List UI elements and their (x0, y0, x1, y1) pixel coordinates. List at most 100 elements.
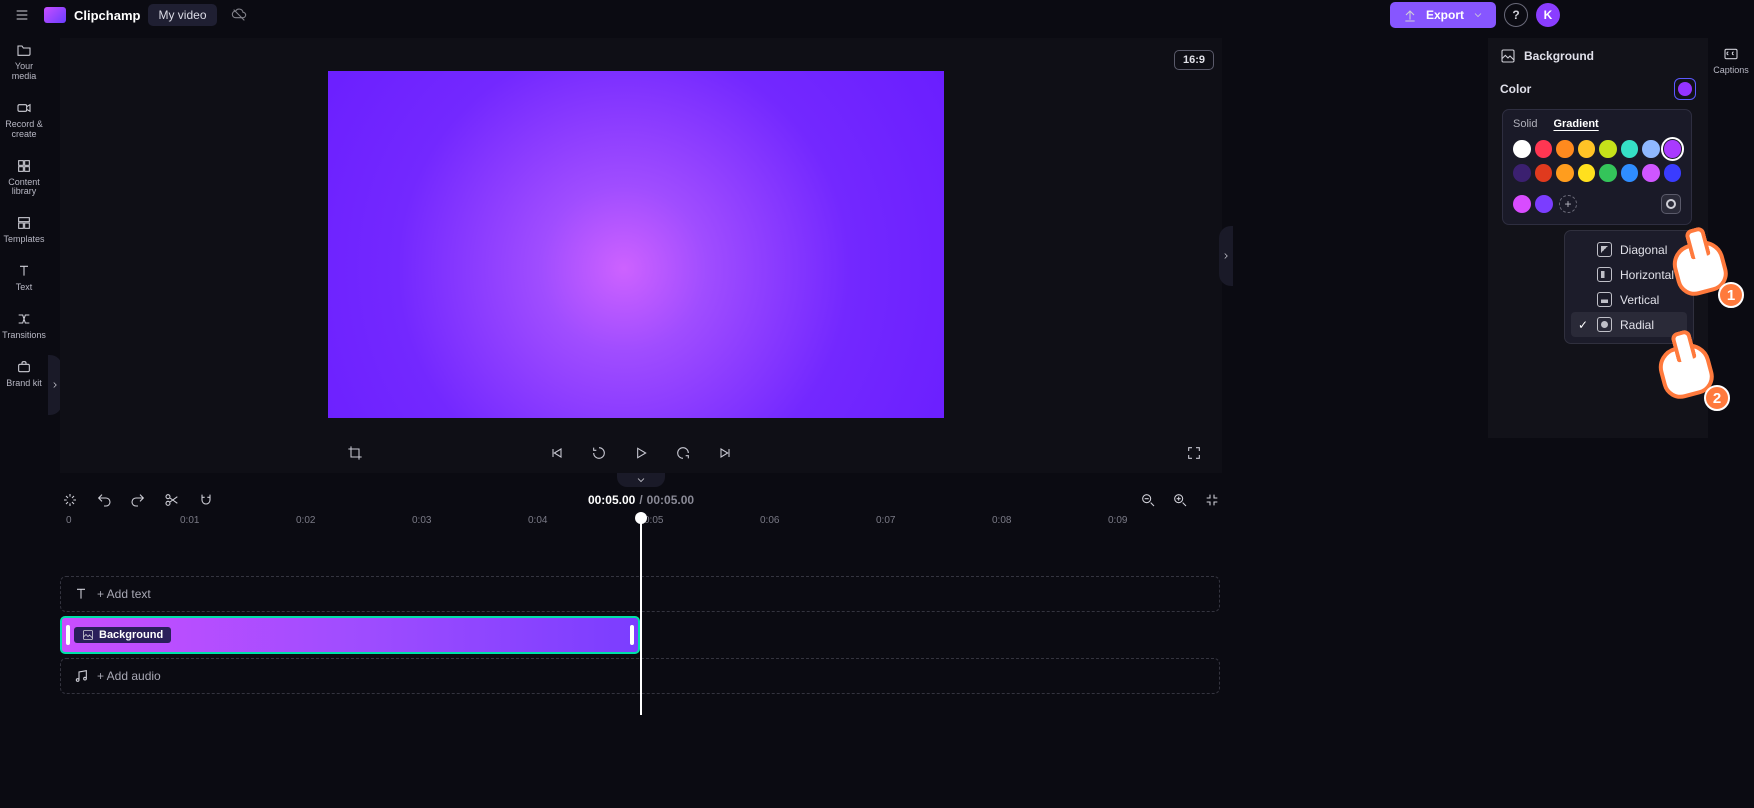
add-swatch-button[interactable]: + (1559, 195, 1577, 213)
auto-enhance-button[interactable] (60, 490, 80, 510)
background-clip[interactable]: Background (60, 616, 640, 654)
inspector-collapse-button[interactable] (1219, 226, 1233, 286)
step-back-button[interactable] (587, 441, 611, 465)
vertical-icon (1597, 292, 1612, 307)
export-label: Export (1426, 8, 1464, 22)
clip-handle-right[interactable] (630, 625, 634, 645)
color-picker-button[interactable] (1674, 78, 1696, 100)
menu-button[interactable] (8, 1, 36, 29)
color-swatch[interactable] (1535, 140, 1553, 158)
crop-icon (347, 445, 363, 461)
color-label: Color (1500, 82, 1531, 96)
export-button[interactable]: Export (1390, 2, 1496, 28)
color-swatch[interactable] (1599, 164, 1617, 182)
sparkle-icon (62, 492, 78, 508)
shape-option-vertical[interactable]: Vertical (1571, 287, 1687, 312)
cloud-sync-icon (231, 7, 247, 23)
play-button[interactable] (629, 441, 653, 465)
color-swatch[interactable] (1621, 140, 1639, 158)
text-icon (73, 586, 89, 602)
clip-handle-left[interactable] (66, 625, 70, 645)
color-swatch[interactable] (1556, 164, 1574, 182)
magnet-button[interactable] (196, 490, 216, 510)
play-icon (633, 445, 649, 461)
playhead[interactable] (640, 515, 642, 715)
rail-content-library[interactable]: Content library (2, 158, 46, 198)
color-swatch[interactable] (1535, 195, 1553, 213)
gradient-shape-button[interactable] (1661, 194, 1681, 214)
rail-transitions[interactable]: Transitions (2, 311, 46, 341)
skip-end-button[interactable] (713, 441, 737, 465)
rail-text[interactable]: Text (2, 263, 46, 293)
step-forward-button[interactable] (671, 441, 695, 465)
crop-toggle-button[interactable] (343, 441, 367, 465)
color-popover: Solid Gradient + (1502, 109, 1692, 225)
shape-option-diagonal[interactable]: Diagonal (1571, 237, 1687, 262)
inspector-section-title: Background (1524, 49, 1594, 63)
chevron-down-icon (1472, 7, 1484, 23)
templates-icon (16, 215, 32, 231)
brand-name: Clipchamp (74, 8, 140, 23)
clip-label: Background (74, 627, 171, 643)
color-swatch[interactable] (1556, 140, 1574, 158)
minimize-icon (1204, 492, 1220, 508)
zoom-in-button[interactable] (1170, 490, 1190, 510)
undo-icon (96, 492, 112, 508)
color-swatch[interactable] (1642, 164, 1660, 182)
preview-canvas[interactable] (328, 71, 944, 418)
avatar[interactable]: K (1536, 3, 1560, 27)
zoom-in-icon (1172, 492, 1188, 508)
help-button[interactable]: ? (1504, 3, 1528, 27)
image-icon (82, 629, 94, 641)
folder-icon (16, 42, 32, 58)
magnet-icon (198, 492, 214, 508)
color-swatch[interactable] (1513, 140, 1531, 158)
diagonal-icon (1597, 242, 1612, 257)
split-button[interactable] (162, 490, 182, 510)
tab-gradient[interactable]: Gradient (1553, 118, 1598, 130)
zoom-out-icon (1140, 492, 1156, 508)
undo-arc-icon (591, 445, 607, 461)
captions-button[interactable]: Captions (1713, 46, 1749, 75)
aspect-ratio-button[interactable]: 16:9 (1174, 50, 1214, 70)
color-swatch[interactable] (1664, 164, 1682, 182)
skip-start-button[interactable] (545, 441, 569, 465)
brand-logo (44, 7, 66, 23)
rail-templates[interactable]: Templates (2, 215, 46, 245)
skip-forward-icon (717, 445, 733, 461)
hamburger-icon (14, 7, 30, 23)
rail-record-create[interactable]: Record & create (2, 100, 46, 140)
image-icon (1500, 48, 1516, 64)
zoom-out-button[interactable] (1138, 490, 1158, 510)
shape-option-radial[interactable]: ✓ Radial (1571, 312, 1687, 337)
color-swatch[interactable] (1664, 140, 1682, 158)
camera-icon (16, 100, 32, 116)
redo-arc-icon (675, 445, 691, 461)
redo-icon (130, 492, 146, 508)
color-swatch[interactable] (1578, 140, 1596, 158)
color-swatch[interactable] (1599, 140, 1617, 158)
undo-button[interactable] (94, 490, 114, 510)
rail-your-media[interactable]: Your media (2, 42, 46, 82)
chevron-right-icon (1221, 248, 1231, 264)
fullscreen-button[interactable] (1182, 441, 1206, 465)
shape-option-horizontal[interactable]: Horizontal (1571, 262, 1687, 287)
rail-brand-kit[interactable]: Brand kit (2, 359, 46, 389)
transitions-icon (16, 311, 32, 327)
redo-button[interactable] (128, 490, 148, 510)
chevron-down-icon (635, 472, 647, 488)
project-title[interactable]: My video (148, 4, 216, 26)
color-swatch[interactable] (1535, 164, 1553, 182)
skip-back-icon (549, 445, 565, 461)
briefcase-icon (16, 359, 32, 375)
color-swatch[interactable] (1513, 195, 1531, 213)
color-swatch[interactable] (1513, 164, 1531, 182)
color-swatch[interactable] (1578, 164, 1596, 182)
chevron-right-icon (50, 377, 60, 393)
music-icon (73, 668, 89, 684)
tab-solid[interactable]: Solid (1513, 118, 1537, 130)
zoom-fit-button[interactable] (1202, 490, 1222, 510)
color-swatch[interactable] (1621, 164, 1639, 182)
timeline-collapse-button[interactable] (617, 473, 665, 487)
color-swatch[interactable] (1642, 140, 1660, 158)
